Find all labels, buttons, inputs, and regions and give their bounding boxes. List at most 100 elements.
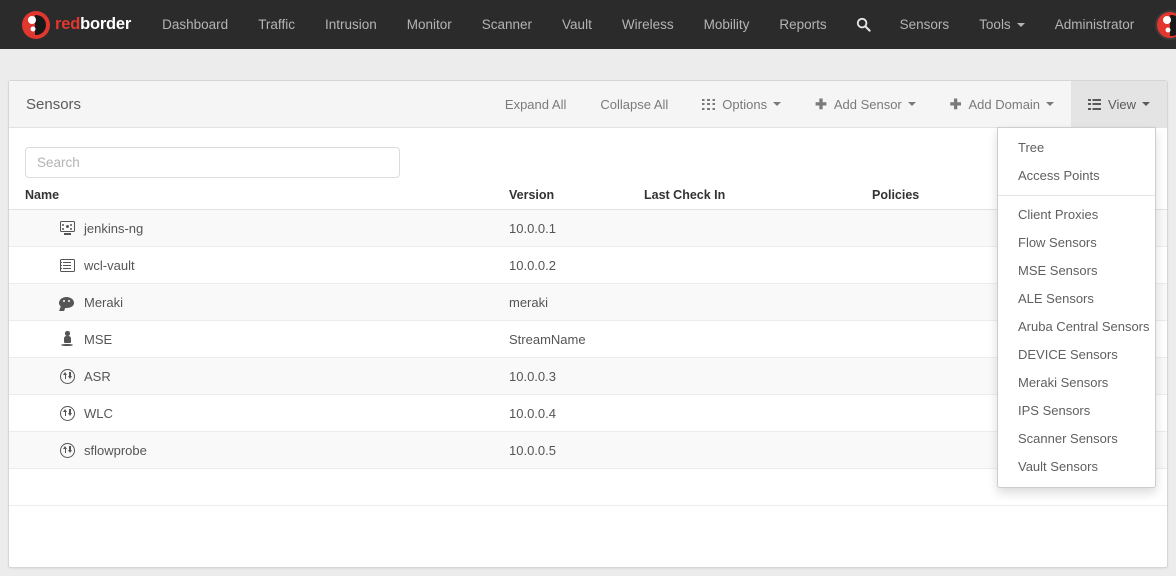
add-domain-button[interactable]: ✚ Add Domain — [933, 81, 1071, 128]
nav-item-reports[interactable]: Reports — [764, 0, 841, 49]
table-row[interactable]: jenkins-ng 10.0.0.1 — [9, 209, 1167, 247]
nav-item-mobility[interactable]: Mobility — [689, 0, 765, 49]
cell-name: ASR — [9, 357, 509, 395]
dropdown-item-flow-sensors[interactable]: Flow Sensors — [998, 229, 1155, 257]
table-row[interactable]: ASR 10.0.0.3 — [9, 357, 1167, 395]
chevron-down-icon — [1142, 102, 1150, 106]
expand-all-button[interactable]: Expand All — [488, 81, 583, 128]
column-header-version[interactable]: Version — [509, 188, 644, 210]
cell-version: 10.0.0.1 — [509, 209, 644, 247]
add-domain-label: Add Domain — [968, 96, 1041, 112]
column-header-last-check-in[interactable]: Last Check In — [644, 188, 872, 210]
table-row[interactable]: sflowprobe 10.0.0.5 — [9, 431, 1167, 469]
dropdown-divider — [998, 195, 1155, 196]
row-name-label: ASR — [84, 368, 111, 384]
exchange-icon — [59, 405, 75, 421]
row-name-label: Meraki — [84, 294, 124, 310]
dropdown-item-meraki-sensors[interactable]: Meraki Sensors — [998, 369, 1155, 397]
exchange-icon — [59, 442, 75, 458]
exchange-icon — [59, 368, 75, 384]
add-sensor-button[interactable]: ✚ Add Sensor — [798, 81, 933, 128]
dropdown-item-access-points[interactable]: Access Points — [998, 162, 1155, 190]
view-dropdown-menu: Tree Access Points Client Proxies Flow S… — [997, 127, 1156, 488]
plus-icon: ✚ — [949, 96, 962, 112]
cell-last-check-in — [644, 320, 872, 358]
nav-item-administrator[interactable]: Administrator — [1040, 0, 1150, 49]
cell-last-check-in — [644, 209, 872, 247]
redborder-logo-icon — [22, 10, 50, 39]
dropdown-item-device-sensors[interactable]: DEVICE Sensors — [998, 341, 1155, 369]
cell-last-check-in — [644, 283, 872, 321]
chevron-down-icon — [907, 102, 916, 106]
cell-last-check-in — [644, 246, 872, 284]
search-input[interactable] — [25, 147, 400, 178]
nav-item-monitor[interactable]: Monitor — [392, 0, 467, 49]
table-row[interactable]: WLC 10.0.0.4 — [9, 394, 1167, 432]
cell-version: meraki — [509, 283, 644, 321]
person-icon — [59, 331, 75, 347]
cell-version: 10.0.0.5 — [509, 431, 644, 469]
table-row[interactable]: Meraki meraki — [9, 283, 1167, 321]
view-label: View — [1108, 96, 1136, 112]
nav-item-dashboard[interactable]: Dashboard — [147, 0, 243, 49]
dropdown-item-client-proxies[interactable]: Client Proxies — [998, 201, 1155, 229]
nav-item-vault[interactable]: Vault — [547, 0, 607, 49]
cell-version: 10.0.0.3 — [509, 357, 644, 395]
dropdown-item-ips-sensors[interactable]: IPS Sensors — [998, 397, 1155, 425]
row-name-label: WLC — [84, 405, 113, 421]
dropdown-item-aruba-central-sensors[interactable]: Aruba Central Sensors — [998, 313, 1155, 341]
nav-item-sensors[interactable]: Sensors — [885, 0, 965, 49]
row-name-label: jenkins-ng — [84, 220, 144, 236]
table-row-empty — [9, 468, 1167, 506]
nav-item-intrusion[interactable]: Intrusion — [310, 0, 392, 49]
view-button[interactable]: View — [1071, 80, 1167, 128]
cell-name: Meraki — [9, 283, 509, 321]
cell-name: wcl-vault — [9, 246, 509, 284]
brand-text-white: border — [80, 15, 132, 33]
panel-body: Name Version Last Check In Policies — [9, 128, 1167, 506]
dropdown-item-vault-sensors[interactable]: Vault Sensors — [998, 453, 1155, 481]
chevron-down-icon — [773, 102, 782, 106]
cell-version: 10.0.0.2 — [509, 246, 644, 284]
table-row[interactable]: wcl-vault 10.0.0.2 — [9, 246, 1167, 284]
brand-logo[interactable]: redborder — [22, 0, 131, 49]
row-name-label: sflowprobe — [84, 442, 147, 458]
nav-item-tools[interactable]: Tools — [964, 0, 1040, 49]
panel-toolbar: Expand All Collapse All Options ✚ Add Se… — [488, 80, 1167, 128]
collapse-all-button[interactable]: Collapse All — [583, 81, 685, 128]
cell-name: sflowprobe — [9, 431, 509, 469]
column-header-name[interactable]: Name — [9, 188, 509, 210]
search-icon[interactable] — [842, 0, 885, 49]
options-button[interactable]: Options — [685, 81, 798, 128]
cell-version: 10.0.0.4 — [509, 394, 644, 432]
dropdown-item-tree[interactable]: Tree — [998, 134, 1155, 162]
nav-item-traffic[interactable]: Traffic — [243, 0, 310, 49]
list-icon — [1088, 98, 1102, 110]
page-title: Sensors — [26, 95, 82, 113]
brand-text: redborder — [55, 15, 131, 34]
cloud-icon — [59, 296, 75, 311]
avatar[interactable] — [1155, 9, 1176, 40]
cell-version: StreamName — [509, 320, 644, 358]
cell-name: jenkins-ng — [9, 209, 509, 247]
cell-name: WLC — [9, 394, 509, 432]
top-navbar: redborder Dashboard Traffic Intrusion Mo… — [0, 0, 1176, 49]
row-name-label: wcl-vault — [84, 257, 135, 273]
panel-header: Sensors Expand All Collapse All Options … — [9, 80, 1167, 128]
nav-item-wireless[interactable]: Wireless — [607, 0, 689, 49]
table-row[interactable]: MSE StreamName — [9, 320, 1167, 358]
monitor-icon — [59, 221, 75, 235]
plus-icon: ✚ — [815, 96, 827, 112]
cell-empty — [509, 468, 644, 506]
add-sensor-label: Add Sensor — [833, 96, 902, 112]
cell-empty — [644, 468, 872, 506]
grid-icon — [702, 98, 716, 110]
dropdown-item-ale-sensors[interactable]: ALE Sensors — [998, 285, 1155, 313]
table-header-row: Name Version Last Check In Policies — [9, 188, 1167, 210]
cell-empty — [9, 468, 509, 506]
nav-item-scanner[interactable]: Scanner — [467, 0, 547, 49]
table-body: jenkins-ng 10.0.0.1 wcl-vault 10.0.0.2 M… — [9, 209, 1167, 506]
dropdown-item-mse-sensors[interactable]: MSE Sensors — [998, 257, 1155, 285]
dropdown-item-scanner-sensors[interactable]: Scanner Sensors — [998, 425, 1155, 453]
chevron-down-icon — [1016, 22, 1025, 27]
